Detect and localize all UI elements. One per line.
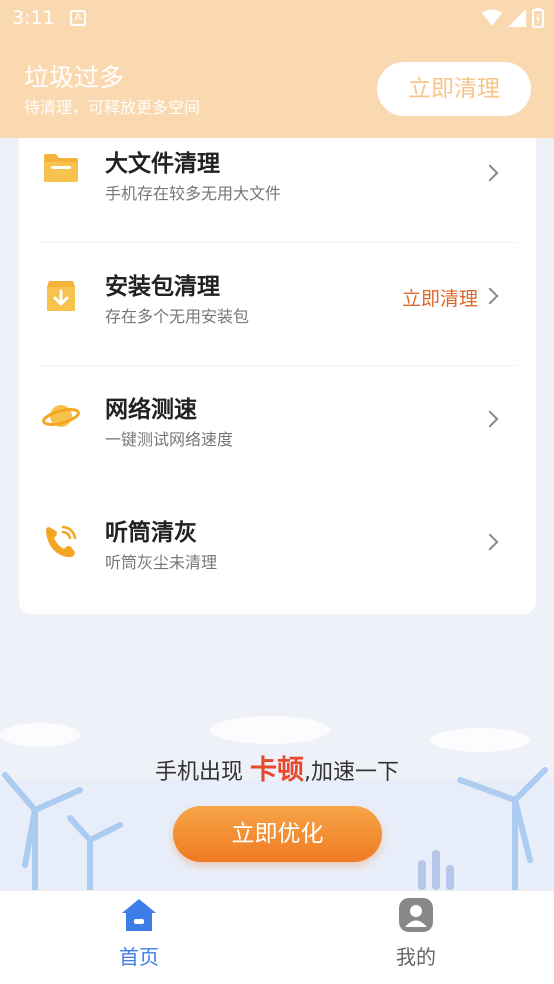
phone-receiver-icon xyxy=(46,525,77,558)
nav-me[interactable]: 我的 xyxy=(356,897,476,970)
nav-home-label: 首页 xyxy=(119,945,159,969)
item-title: 网络测速 xyxy=(105,397,197,423)
list-item-large-file-cleanup[interactable]: 大文件清理 手机存在较多无用大文件 xyxy=(19,120,536,243)
promo-text-before: 手机出现 xyxy=(155,760,250,785)
chevron-right-icon xyxy=(481,287,499,305)
tools-card: 大文件清理 手机存在较多无用大文件 安装包清理 存在多个无用安装包 立即清理 网… xyxy=(19,120,536,614)
nav-me-label: 我的 xyxy=(396,945,436,969)
wifi-icon xyxy=(482,9,502,26)
package-download-icon xyxy=(47,281,75,311)
chevron-right-icon xyxy=(481,164,499,182)
bottom-nav: 首页 我的 xyxy=(0,890,554,984)
profile-icon xyxy=(399,898,433,932)
status-icons xyxy=(482,8,544,28)
signal-icon xyxy=(508,9,526,27)
promo-text-after: ,加速一下 xyxy=(304,760,399,785)
clean-now-link[interactable]: 立即清理 xyxy=(402,284,478,311)
nav-home[interactable]: 首页 xyxy=(79,897,199,970)
list-item-network-speed-test[interactable]: 网络测速 一键测试网络速度 xyxy=(19,366,536,489)
chevron-right-icon xyxy=(481,410,499,428)
item-title: 听筒清灰 xyxy=(105,520,197,546)
optimize-promo: 手机出现 卡顿,加速一下 立即优化 xyxy=(0,700,554,890)
item-subtitle: 听筒灰尘未清理 xyxy=(105,553,218,572)
item-subtitle: 存在多个无用安装包 xyxy=(105,307,250,326)
promo-highlight: 卡顿 xyxy=(250,755,304,786)
optimize-now-button[interactable]: 立即优化 xyxy=(173,806,382,862)
home-icon xyxy=(122,899,156,931)
list-item-earpiece-cleaning[interactable]: 听筒清灰 听筒灰尘未清理 xyxy=(19,489,536,612)
item-title: 安装包清理 xyxy=(105,274,220,300)
status-time: 3:11 xyxy=(12,7,55,29)
status-bar: 3:11 A xyxy=(0,0,554,38)
junk-alert-banner: 垃圾过多 待清理，可释放更多空间 立即清理 xyxy=(0,38,554,138)
clean-now-button[interactable]: 立即清理 xyxy=(377,62,531,116)
banner-title: 垃圾过多 xyxy=(24,63,125,92)
item-subtitle: 一键测试网络速度 xyxy=(105,430,234,449)
item-subtitle: 手机存在较多无用大文件 xyxy=(105,184,282,203)
notification-icon: A xyxy=(70,10,86,26)
battery-icon xyxy=(532,8,544,28)
item-title: 大文件清理 xyxy=(105,151,220,177)
list-item-apk-cleanup[interactable]: 安装包清理 存在多个无用安装包 立即清理 xyxy=(19,243,536,366)
banner-subtitle: 待清理，可释放更多空间 xyxy=(24,98,201,117)
folder-icon xyxy=(44,154,78,182)
planet-icon xyxy=(42,405,80,427)
promo-message: 手机出现 卡顿,加速一下 xyxy=(0,748,554,787)
chevron-right-icon xyxy=(481,533,499,551)
